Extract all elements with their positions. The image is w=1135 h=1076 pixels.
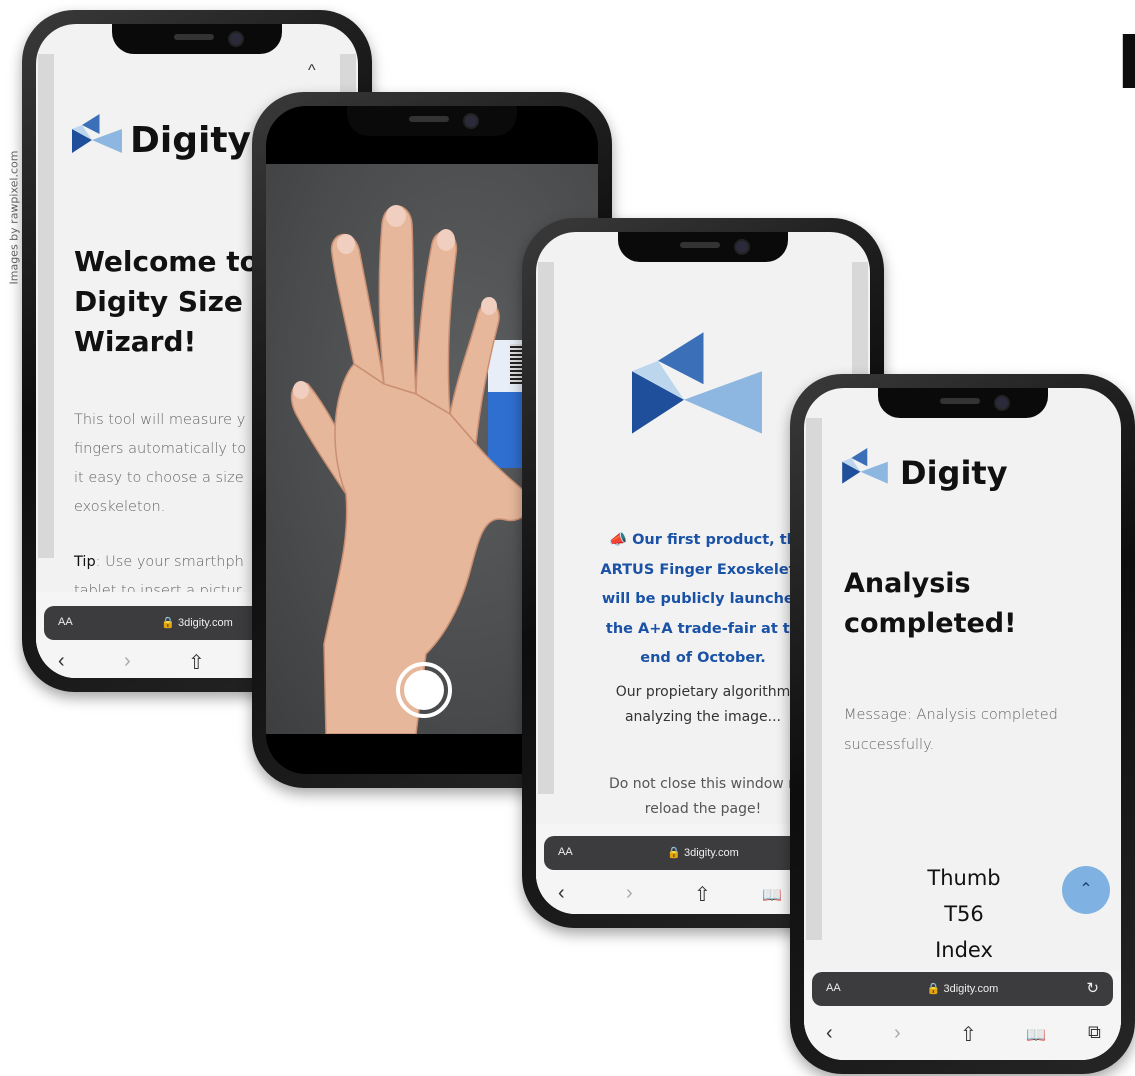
result-index-label: Index (935, 938, 993, 962)
result-message: Message: Analysis completed successfully… (844, 707, 1058, 753)
phone-results-screen: Digity Analysis completed! Message: Anal… (804, 388, 1121, 1060)
share-icon[interactable]: ⇧ (960, 1022, 977, 1047)
welcome-heading: Welcome to Digity Size Wizard! (74, 245, 259, 358)
tip-label: Tip (74, 554, 96, 570)
share-icon[interactable]: ⇧ (694, 882, 711, 907)
logo-wordmark: Digity (900, 454, 1008, 492)
result-thumb-size: T56 (944, 902, 984, 926)
bookmarks-icon[interactable]: 📖 (1026, 1025, 1046, 1045)
intro-paragraph: This tool will measure y fingers automat… (74, 412, 247, 515)
logo-wordmark: Digity (130, 120, 252, 161)
phone-notch (112, 24, 282, 54)
back-icon[interactable]: ‹ (826, 1022, 833, 1045)
scroll-top-button[interactable]: ⌃ (1062, 866, 1110, 914)
reload-icon[interactable]: ↻ (1086, 979, 1099, 997)
side-strip (538, 262, 554, 794)
shutter-button[interactable] (396, 662, 452, 718)
forward-icon[interactable]: › (626, 882, 633, 905)
share-icon[interactable]: ⇧ (188, 650, 205, 675)
phone-notch (618, 232, 788, 262)
url-host: 🔒 3digity.com (926, 983, 999, 995)
digity-logo-icon (72, 114, 122, 153)
forward-icon[interactable]: › (124, 650, 131, 673)
phone-results: Digity Analysis completed! Message: Anal… (790, 374, 1135, 1074)
corner-title: N (1116, 26, 1135, 100)
phone-notch (877, 388, 1048, 418)
size-results: Thumb T56 Index (864, 860, 1064, 968)
side-strip (38, 54, 54, 558)
side-strip (806, 418, 822, 940)
bookmarks-icon[interactable]: 📖 (762, 885, 782, 905)
chevron-up-icon: ⌃ (1079, 881, 1093, 898)
analysis-heading: Analysis completed! (844, 568, 1017, 639)
browser-nav: ‹ › ⇧ 📖 ⧉ (804, 1012, 1121, 1056)
address-bar[interactable]: AA 🔒 3digity.com ↻ (812, 972, 1113, 1006)
image-credit: Images by rawpixel.com (7, 150, 21, 285)
forward-icon[interactable]: › (894, 1022, 901, 1045)
tabs-icon[interactable]: ⧉ (1088, 1022, 1101, 1043)
digity-logo-large-icon (632, 332, 762, 434)
collapse-icon[interactable]: ^ (308, 62, 316, 80)
phone-notch (347, 106, 517, 136)
back-icon[interactable]: ‹ (58, 650, 65, 673)
result-thumb-label: Thumb (927, 866, 1001, 890)
digity-logo-icon (842, 448, 888, 484)
back-icon[interactable]: ‹ (558, 882, 565, 905)
